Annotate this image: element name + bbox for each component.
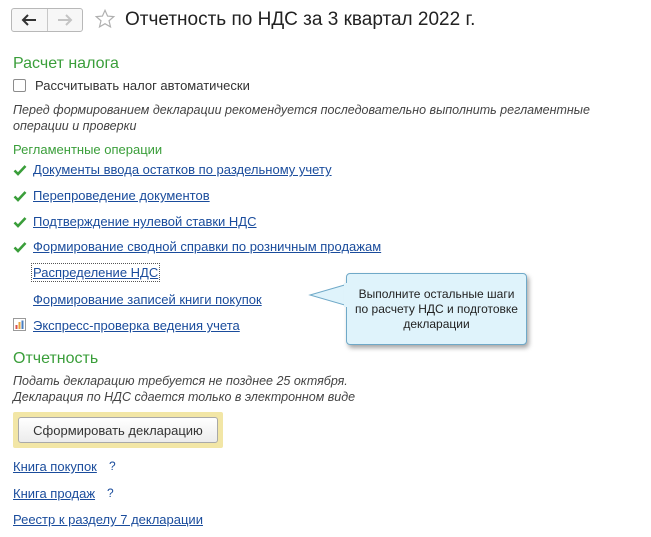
hint-tooltip-text: Выполните остальные шаги по расчету НДС … bbox=[355, 286, 518, 331]
report-chart-icon bbox=[13, 318, 26, 331]
purchase-book-help-icon[interactable]: ? bbox=[109, 459, 116, 473]
sales-book-link[interactable]: Книга продаж bbox=[13, 486, 95, 501]
favorite-button[interactable] bbox=[94, 8, 116, 33]
check-icon bbox=[13, 191, 27, 202]
navigation-buttons bbox=[11, 8, 83, 32]
section7-registry-link[interactable]: Реестр к разделу 7 декларации bbox=[13, 512, 203, 527]
arrow-left-icon bbox=[21, 14, 37, 26]
auto-calc-checkbox[interactable] bbox=[13, 79, 26, 92]
operation-link-zero-rate[interactable]: Подтверждение нулевой ставки НДС bbox=[33, 214, 257, 229]
operations-heading: Регламентные операции bbox=[13, 142, 163, 157]
operation-link-express-check[interactable]: Экспресс-проверка ведения учета bbox=[33, 318, 240, 333]
operation-link-repost-documents[interactable]: Перепроведение документов bbox=[33, 188, 210, 203]
generate-declaration-label: Сформировать декларацию bbox=[33, 422, 203, 438]
tooltip-joint bbox=[344, 283, 348, 307]
operation-link-vat-distribution[interactable]: Распределение НДС bbox=[30, 263, 161, 282]
page-title: Отчетность по НДС за 3 квартал 2022 г. bbox=[125, 9, 476, 30]
check-icon bbox=[13, 242, 27, 253]
operation-link-retail-summary[interactable]: Формирование сводной справки по розничны… bbox=[33, 239, 381, 254]
reporting-electronic-note: Декларация по НДС сдается только в элект… bbox=[13, 390, 356, 404]
operation-link-opening-balances[interactable]: Документы ввода остатков по раздельному … bbox=[33, 162, 332, 177]
purchase-book-link[interactable]: Книга покупок bbox=[13, 459, 97, 474]
arrow-right-icon bbox=[57, 14, 73, 26]
sales-book-help-icon[interactable]: ? bbox=[107, 486, 114, 500]
forward-button[interactable] bbox=[46, 9, 83, 31]
reporting-deadline-note: Подать декларацию требуется не позднее 2… bbox=[13, 374, 348, 388]
check-icon bbox=[13, 165, 27, 176]
tax-calc-heading: Расчет налога bbox=[13, 55, 119, 72]
reporting-heading: Отчетность bbox=[13, 350, 99, 367]
operation-link-purchase-book-entries[interactable]: Формирование записей книги покупок bbox=[33, 292, 262, 307]
auto-calc-label[interactable]: Рассчитывать налог автоматически bbox=[35, 78, 250, 93]
star-icon bbox=[94, 8, 116, 29]
back-button[interactable] bbox=[12, 9, 47, 31]
generate-declaration-button[interactable]: Сформировать декларацию bbox=[18, 417, 218, 443]
hint-tooltip: Выполните остальные шаги по расчету НДС … bbox=[346, 273, 527, 345]
tax-calc-note: Перед формированием декларации рекоменду… bbox=[13, 103, 590, 133]
check-icon bbox=[13, 217, 27, 228]
